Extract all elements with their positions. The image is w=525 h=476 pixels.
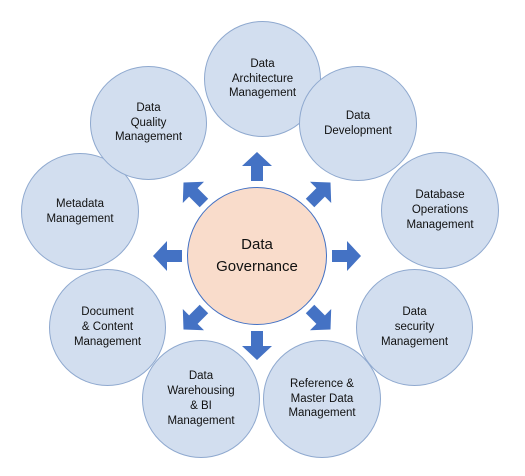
arrow-up xyxy=(242,152,272,181)
node-database-operations: Database Operations Management xyxy=(381,152,499,269)
node-label: Data Development xyxy=(324,109,392,137)
arrow-right xyxy=(332,241,361,271)
arrow-down xyxy=(242,331,272,360)
node-data-security: Data security Management xyxy=(356,269,473,386)
center-data-governance: Data Governance xyxy=(187,187,327,325)
node-data-warehousing-bi: Data Warehousing & BI Management xyxy=(142,340,260,458)
node-label: Data Quality Management xyxy=(114,101,183,144)
arrow-up-left xyxy=(182,181,209,208)
data-governance-diagram: Data Architecture Management Data Develo… xyxy=(0,0,525,476)
node-document-content: Document & Content Management xyxy=(49,269,166,386)
node-label: Metadata Management xyxy=(46,197,114,225)
node-data-quality: Data Quality Management xyxy=(90,66,207,180)
arrow-down-right xyxy=(305,304,332,331)
arrow-up-right xyxy=(305,181,332,208)
arrow-down-left xyxy=(182,304,209,331)
node-label: Reference & Master Data Management xyxy=(288,377,356,420)
node-label: Data security Management xyxy=(380,306,449,348)
arrow-left xyxy=(153,241,182,271)
node-label: Data Warehousing & BI Management xyxy=(167,370,235,427)
node-label: Document & Content Management xyxy=(73,306,142,348)
node-reference-master-data: Reference & Master Data Management xyxy=(263,340,381,458)
node-label: Database Operations Management xyxy=(406,189,474,231)
node-data-development: Data Development xyxy=(299,66,417,181)
center-label: Data Governance xyxy=(216,236,298,275)
node-label: Data Architecture Management xyxy=(228,57,297,100)
